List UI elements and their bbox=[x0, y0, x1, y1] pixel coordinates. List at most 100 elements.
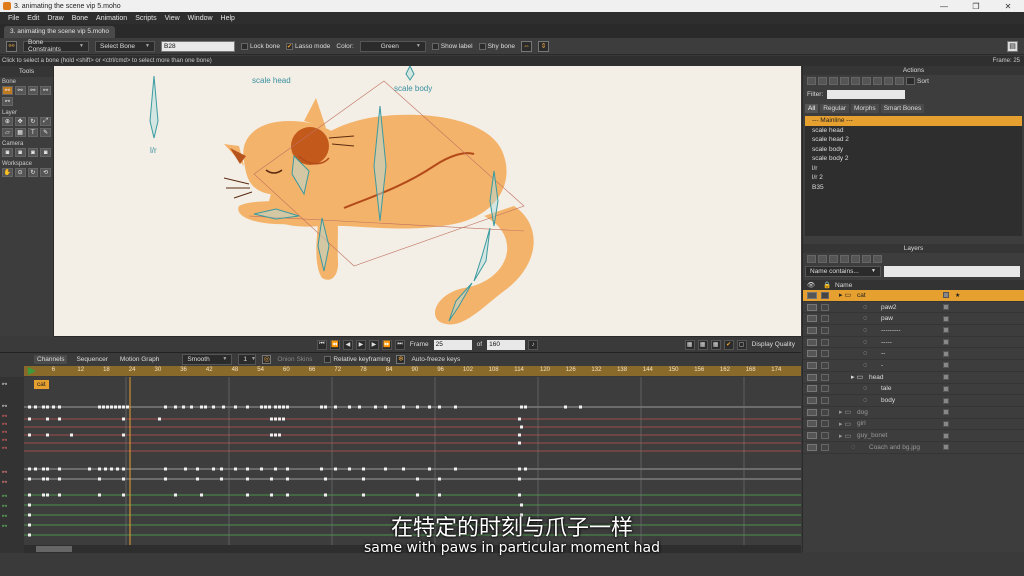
interpolation-dropdown[interactable]: Smooth ▼ bbox=[182, 353, 233, 365]
eye-icon[interactable] bbox=[807, 326, 817, 334]
lock-icon[interactable] bbox=[821, 408, 829, 416]
layer-row[interactable]: ◌ paw2 bbox=[803, 302, 1024, 314]
select-bone-tool-icon[interactable]: ⚯ bbox=[2, 86, 13, 95]
keyframe[interactable] bbox=[222, 405, 225, 409]
bone-flip-v-icon[interactable]: ⇕ bbox=[538, 40, 550, 52]
keyframe[interactable] bbox=[518, 417, 521, 421]
keyframe[interactable] bbox=[196, 477, 199, 481]
keyframe[interactable] bbox=[270, 477, 273, 481]
camera-pan-icon[interactable]: ◙ bbox=[40, 148, 51, 157]
maximize-button[interactable]: ❐ bbox=[960, 0, 992, 12]
keyframe[interactable] bbox=[260, 405, 263, 409]
keyframe[interactable] bbox=[286, 493, 289, 497]
lock-icon[interactable] bbox=[821, 443, 829, 451]
keyframe[interactable] bbox=[282, 417, 285, 421]
keyframe[interactable] bbox=[270, 493, 273, 497]
keyframe[interactable] bbox=[362, 477, 365, 481]
layer-row[interactable]: ▸ ▭ cat ★ bbox=[803, 290, 1024, 302]
frame-icon[interactable]: ▢ bbox=[736, 339, 747, 350]
keyframe[interactable] bbox=[268, 405, 271, 409]
eye-icon[interactable] bbox=[807, 350, 817, 358]
keyframe[interactable] bbox=[204, 405, 207, 409]
eye-icon[interactable] bbox=[807, 361, 817, 369]
keyframe[interactable] bbox=[98, 405, 101, 409]
layer-group-icon[interactable] bbox=[829, 255, 838, 263]
mainline-icon[interactable] bbox=[862, 77, 871, 85]
keyframe[interactable] bbox=[278, 405, 281, 409]
keyframe[interactable] bbox=[164, 477, 167, 481]
play-icon[interactable]: ▶ bbox=[355, 339, 366, 350]
keyframe[interactable] bbox=[126, 405, 129, 409]
layer-color-swatch[interactable] bbox=[943, 432, 949, 439]
keyframe[interactable] bbox=[274, 433, 277, 437]
keyframe[interactable] bbox=[384, 405, 387, 409]
keyframe[interactable] bbox=[454, 467, 457, 471]
eye-icon[interactable] bbox=[807, 373, 817, 381]
layer-color-swatch[interactable] bbox=[943, 304, 949, 311]
keyframe[interactable] bbox=[98, 493, 101, 497]
keyframe[interactable] bbox=[402, 405, 405, 409]
keyframe[interactable] bbox=[110, 467, 113, 471]
keyframe[interactable] bbox=[58, 477, 61, 481]
action-item[interactable]: l/r bbox=[805, 164, 1022, 174]
keyframe[interactable] bbox=[270, 417, 273, 421]
display-quality-button[interactable]: Display Quality bbox=[752, 341, 795, 348]
keyframe[interactable] bbox=[184, 467, 187, 471]
keyframe[interactable] bbox=[454, 405, 457, 409]
lock-icon[interactable] bbox=[821, 350, 829, 358]
keyframe[interactable] bbox=[428, 467, 431, 471]
reference-action-icon[interactable] bbox=[851, 77, 860, 85]
eye-icon[interactable] bbox=[807, 303, 817, 311]
copy-layer-icon[interactable] bbox=[818, 255, 827, 263]
keyframe[interactable] bbox=[286, 467, 289, 471]
tab-motion-graph[interactable]: Motion Graph bbox=[117, 355, 162, 364]
keyframe[interactable] bbox=[46, 493, 49, 497]
text-tool-icon[interactable]: T bbox=[27, 128, 39, 137]
keyframe[interactable] bbox=[174, 405, 177, 409]
layer-row[interactable]: ▸ ▭ girl bbox=[803, 419, 1024, 431]
lock-icon[interactable] bbox=[821, 385, 829, 393]
layer-row[interactable]: ▸ ▭ head bbox=[803, 372, 1024, 384]
eye-icon[interactable] bbox=[807, 315, 817, 323]
rotate-workspace-icon[interactable]: ↻ bbox=[27, 168, 39, 177]
lock-icon[interactable] bbox=[821, 326, 829, 334]
keyframe[interactable] bbox=[42, 493, 45, 497]
menu-file[interactable]: File bbox=[4, 15, 23, 22]
layer-row[interactable]: ◌ body bbox=[803, 395, 1024, 407]
layer-row[interactable]: ◌ - bbox=[803, 360, 1024, 372]
keyframe[interactable] bbox=[106, 405, 109, 409]
show-label-checkbox[interactable]: Show label bbox=[431, 42, 473, 50]
bone-name-field[interactable]: B28 bbox=[161, 40, 235, 52]
select-bone-dropdown[interactable]: Select Bone ▼ bbox=[95, 40, 155, 52]
keyframe[interactable] bbox=[274, 467, 277, 471]
keyframe[interactable] bbox=[524, 405, 527, 409]
keyframe[interactable] bbox=[200, 493, 203, 497]
keyframe[interactable] bbox=[52, 405, 55, 409]
view-mode-2-icon[interactable]: ▦ bbox=[697, 339, 708, 350]
keyframe[interactable] bbox=[362, 467, 365, 471]
sort-checkbox[interactable] bbox=[906, 77, 915, 85]
last-frame-icon[interactable]: ⏭ bbox=[394, 339, 405, 350]
eye-icon[interactable] bbox=[807, 397, 817, 405]
canvas-viewport[interactable]: scale head scale body l/r bbox=[54, 66, 801, 336]
keyframe[interactable] bbox=[416, 405, 419, 409]
layer-row[interactable]: ◌ paw bbox=[803, 313, 1024, 326]
keyframe[interactable] bbox=[28, 433, 31, 437]
next-key-icon[interactable]: ⏩ bbox=[381, 339, 392, 350]
layer-color-swatch[interactable] bbox=[943, 315, 949, 322]
duplicate-action-icon[interactable] bbox=[818, 77, 827, 85]
document-tab[interactable]: 3. animating the scene vip 5.moho bbox=[4, 26, 116, 38]
keyframe[interactable] bbox=[246, 477, 249, 481]
lock-icon[interactable] bbox=[821, 420, 829, 428]
keyframe[interactable] bbox=[122, 477, 125, 481]
keyframe[interactable] bbox=[182, 405, 185, 409]
keyframe[interactable] bbox=[46, 477, 49, 481]
auto-freeze-icon[interactable]: ❄ bbox=[396, 354, 406, 364]
keyframe[interactable] bbox=[98, 467, 101, 471]
keyframe[interactable] bbox=[46, 405, 49, 409]
prev-key-icon[interactable]: ⏪ bbox=[329, 339, 340, 350]
keyframe[interactable] bbox=[158, 417, 161, 421]
keyframe[interactable] bbox=[42, 477, 45, 481]
keyframe[interactable] bbox=[122, 417, 125, 421]
layer-tool-icon[interactable]: ▦ bbox=[14, 128, 26, 137]
